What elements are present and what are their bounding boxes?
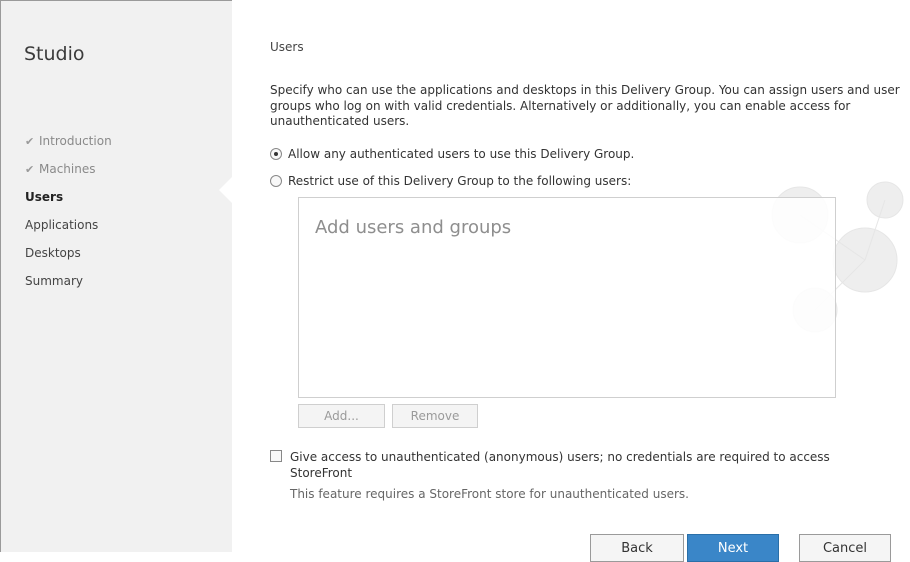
cancel-button[interactable]: Cancel [799,534,891,562]
anonymous-access-note: This feature requires a StoreFront store… [290,487,689,501]
anonymous-access-checkbox[interactable] [270,450,282,462]
wizard-main-panel: Users Specify who can use the applicatio… [232,0,910,562]
current-step-pointer [219,176,233,204]
checkmark-icon: ✔ [25,163,35,176]
add-users-button[interactable]: Add... [298,404,385,428]
step-users[interactable]: Users [25,183,112,211]
step-label: Applications [25,218,99,232]
step-desktops[interactable]: Desktops [25,239,112,267]
page-title: Users [270,40,304,54]
radio-label: Restrict use of this Delivery Group to t… [288,174,632,188]
page-description: Specify who can use the applications and… [270,83,900,128]
radio-button[interactable] [270,175,282,187]
radio-label: Allow any authenticated users to use thi… [288,147,635,161]
wizard-sidebar: Studio ✔ Introduction ✔ Machines Users App… [1,1,233,552]
step-label: Desktops [25,246,81,260]
step-label: Machines [39,162,96,176]
step-label: Users [25,190,64,204]
remove-users-button[interactable]: Remove [392,404,478,428]
step-label: Summary [25,274,83,288]
users-list-box[interactable]: Add users and groups [298,197,836,398]
step-applications[interactable]: Applications [25,211,112,239]
anonymous-access-label: Give access to unauthenticated (anonymou… [290,450,830,480]
step-summary[interactable]: Summary [25,267,112,295]
step-introduction[interactable]: ✔ Introduction [25,127,112,155]
anonymous-access-option[interactable]: Give access to unauthenticated (anonymou… [270,449,890,481]
wizard-steps: ✔ Introduction ✔ Machines Users Applicatio… [25,127,112,295]
radio-allow-authenticated[interactable]: Allow any authenticated users to use thi… [270,147,634,161]
sidebar-title: Studio [24,43,85,65]
step-label: Introduction [39,134,112,148]
step-machines[interactable]: ✔ Machines [25,155,112,183]
radio-button-selected[interactable] [270,148,282,160]
back-button[interactable]: Back [590,534,684,562]
users-list-placeholder: Add users and groups [315,217,512,238]
checkmark-icon: ✔ [25,135,35,148]
next-button[interactable]: Next [687,534,779,562]
radio-restrict-users[interactable]: Restrict use of this Delivery Group to t… [270,174,631,188]
